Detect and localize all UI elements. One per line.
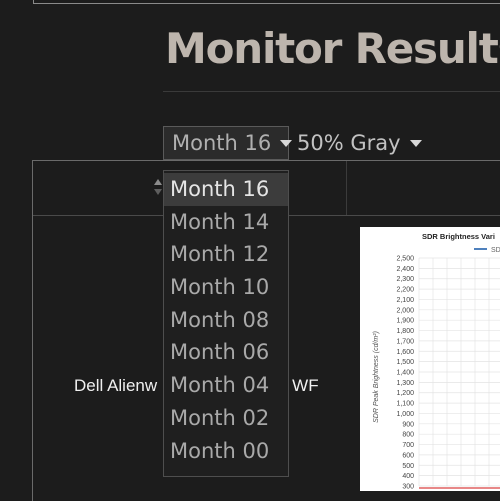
dropdown-option[interactable]: Month 00: [164, 435, 288, 468]
dropdown-option[interactable]: Month 06: [164, 336, 288, 369]
chevron-down-icon: [280, 139, 293, 147]
y-tick-label: 400: [402, 473, 414, 480]
chart-title: SDR Brightness Vari: [422, 232, 495, 241]
y-tick-label: 2,400: [396, 266, 414, 273]
dropdown-option[interactable]: Month 04: [164, 369, 288, 402]
legend-label: SD: [491, 247, 500, 254]
y-tick-label: 300: [402, 484, 414, 491]
y-tick-label: 2,100: [396, 297, 414, 304]
y-tick-label: 1,600: [396, 349, 414, 356]
month-select[interactable]: Month 16: [163, 126, 293, 160]
y-tick-label: 1,400: [396, 370, 414, 377]
dropdown-option[interactable]: Month 16: [164, 173, 288, 206]
month-select-value: Month 16: [172, 131, 272, 155]
pattern-select[interactable]: 50% Gray: [296, 126, 422, 160]
y-tick-label: 800: [402, 432, 414, 439]
dropdown-option[interactable]: Month 12: [164, 238, 288, 271]
y-tick-label: 2,300: [396, 276, 414, 283]
y-tick-label: 600: [402, 452, 414, 459]
brightness-chart-svg: SDR Brightness Vari SD SDR Peak Brightne…: [373, 232, 500, 491]
dropdown-option[interactable]: Month 08: [164, 304, 288, 337]
product-name-left: Dell Alienw: [74, 376, 158, 395]
product-name-right: WF: [292, 376, 319, 395]
chevron-down-icon: [409, 139, 422, 147]
y-axis-label: SDR Peak Brightness (cd/m²): [373, 331, 380, 423]
month-dropdown-list[interactable]: Month 16 Month 14 Month 12 Month 10 Mont…: [163, 170, 289, 477]
dropdown-option[interactable]: Month 02: [164, 402, 288, 435]
y-tick-label: 1,700: [396, 338, 414, 345]
y-tick-label: 2,200: [396, 287, 414, 294]
y-tick-label: 1,100: [396, 401, 414, 408]
dropdown-option[interactable]: Month 10: [164, 271, 288, 304]
y-tick-label: 1,000: [396, 411, 414, 418]
brightness-chart: SDR Brightness Vari SD SDR Peak Brightne…: [360, 227, 500, 491]
y-tick-label: 2,500: [396, 256, 414, 263]
dropdown-option[interactable]: Month 14: [164, 206, 288, 239]
page-container-frame: [33, 0, 500, 4]
y-tick-label: 900: [402, 421, 414, 428]
y-tick-label: 2,000: [396, 307, 414, 314]
title-divider: [163, 91, 500, 92]
y-tick-label: 1,900: [396, 318, 414, 325]
y-tick-label: 700: [402, 442, 414, 449]
y-tick-label: 1,500: [396, 359, 414, 366]
y-tick-label: 1,200: [396, 390, 414, 397]
page-title: Monitor Results: [165, 24, 500, 73]
y-tick-label: 1,300: [396, 380, 414, 387]
sort-icon[interactable]: [153, 178, 163, 196]
column-divider: [346, 161, 347, 215]
y-tick-label: 1,800: [396, 328, 414, 335]
y-tick-label: 500: [402, 463, 414, 470]
pattern-select-value: 50% Gray: [297, 131, 401, 155]
